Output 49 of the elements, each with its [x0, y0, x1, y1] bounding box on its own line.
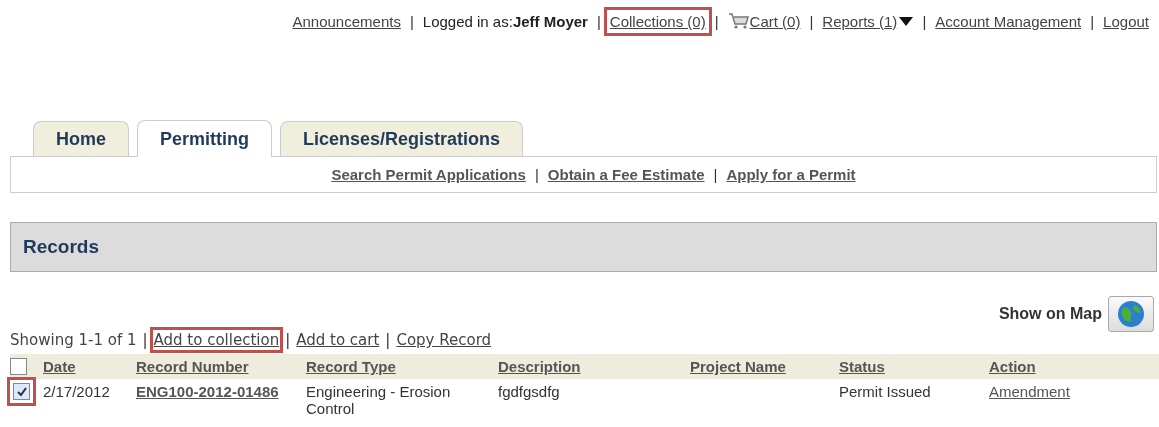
checkbox[interactable] — [13, 383, 30, 400]
column-header[interactable]: Record Number — [136, 358, 249, 375]
user-name: Jeff Moyer — [512, 12, 588, 30]
reports-menu[interactable]: Reports (1) — [822, 12, 914, 30]
separator: | — [922, 12, 927, 30]
nav-link[interactable]: Apply for a Permit — [726, 166, 856, 183]
action-link[interactable]: Add to cart — [296, 331, 380, 349]
separator: | — [385, 331, 391, 349]
action-link[interactable]: Copy Record — [396, 331, 492, 349]
column-header[interactable]: Status — [839, 358, 885, 375]
cart-icon — [727, 12, 750, 30]
tab[interactable]: Permitting — [137, 120, 273, 157]
separator: | — [142, 331, 148, 349]
logged-in-label: Logged in as: — [422, 12, 513, 30]
separator: | — [285, 331, 291, 349]
column-header[interactable]: Action — [989, 358, 1036, 375]
header-link[interactable]: Announcements — [292, 12, 401, 30]
header-link[interactable]: Account Management — [935, 12, 1082, 30]
section-header: Records — [10, 222, 1157, 272]
separator: | — [409, 12, 414, 30]
separator: | — [714, 12, 719, 30]
header-link[interactable]: Collections (0) — [609, 12, 706, 30]
column-header[interactable]: Project Name — [690, 358, 786, 375]
column-header[interactable]: Record Type — [306, 358, 396, 375]
column-header[interactable]: Date — [43, 358, 76, 375]
table-cell-text: Engineering - Erosion Control — [306, 383, 452, 417]
header-link[interactable]: Logout — [1103, 12, 1149, 30]
map-label: Show on Map — [998, 305, 1102, 323]
separator: | — [596, 12, 601, 30]
separator: | — [809, 12, 814, 30]
result-count: Showing 1-1 of 1 — [10, 331, 137, 349]
separator: | — [534, 166, 539, 183]
action-link[interactable]: Add to collection — [153, 331, 280, 349]
nav-link[interactable]: Search Permit Applications — [331, 166, 526, 183]
tab[interactable]: Licenses/Registrations — [280, 121, 524, 156]
table-cell-text: fgdfgsdfg — [498, 383, 561, 402]
separator: | — [1090, 12, 1095, 30]
nav-link[interactable]: Obtain a Fee Estimate — [547, 166, 705, 183]
cart-link[interactable]: Cart (0) — [749, 12, 801, 30]
tab[interactable]: Home — [33, 121, 129, 156]
map-button[interactable] — [1108, 296, 1154, 332]
column-header[interactable]: Description — [498, 358, 581, 375]
action-link[interactable]: Amendment — [989, 383, 1070, 400]
checkbox[interactable] — [10, 358, 27, 375]
table-cell-text: 2/17/2012 — [43, 383, 111, 402]
table-cell-text: Permit Issued — [839, 383, 932, 402]
caret-icon — [899, 16, 914, 26]
record-link[interactable]: ENG100-2012-01486 — [136, 383, 279, 400]
separator: | — [713, 166, 718, 183]
